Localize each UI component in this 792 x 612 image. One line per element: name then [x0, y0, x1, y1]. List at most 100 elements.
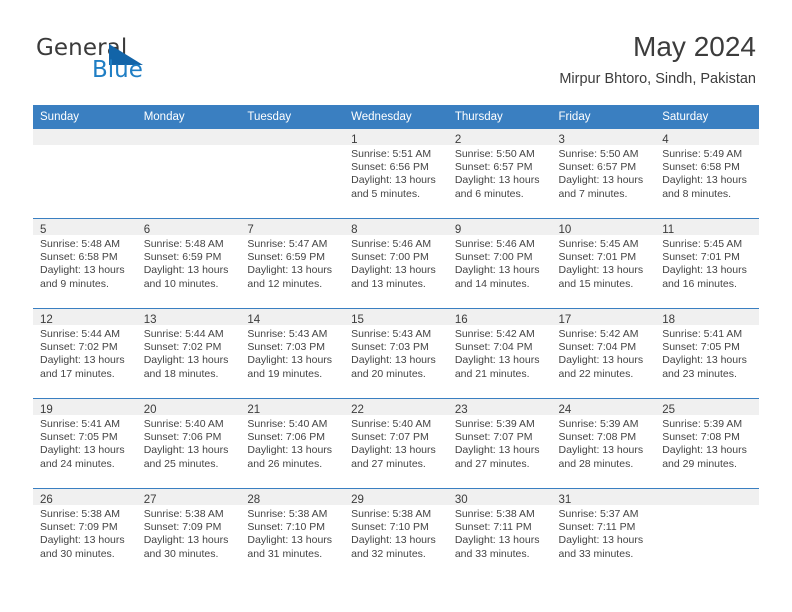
sunrise-text: Sunrise: 5:43 AM — [247, 328, 328, 340]
sunrise-text: Sunrise: 5:46 AM — [351, 238, 432, 250]
day-cell[interactable]: 1 Sunrise: 5:51 AM Sunset: 6:56 PM Dayli… — [344, 129, 448, 218]
sunset-text: Sunset: 7:00 PM — [454, 251, 533, 264]
daylight-text-line1: Daylight: 13 hours — [558, 354, 644, 367]
daylight-text-line2: and 9 minutes. — [40, 277, 109, 290]
day-number: 31 — [558, 494, 572, 506]
day-cell[interactable]: 13 Sunrise: 5:44 AM Sunset: 7:02 PM Dayl… — [136, 309, 241, 398]
sunrise-text: Sunrise: 5:38 AM — [40, 508, 120, 520]
day-cell[interactable]: 11 Sunrise: 5:45 AM Sunset: 7:01 PM Dayl… — [655, 219, 759, 308]
daylight-text-line2: and 24 minutes. — [40, 457, 115, 470]
sunrise-text: Sunrise: 5:50 AM — [454, 148, 535, 160]
day-cell[interactable]: 21 Sunrise: 5:40 AM Sunset: 7:06 PM Dayl… — [240, 399, 345, 488]
day-number-band: 5 — [33, 219, 137, 236]
day-number: 3 — [558, 134, 565, 146]
day-cell[interactable]: 23 Sunrise: 5:39 AM Sunset: 7:07 PM Dayl… — [447, 399, 552, 488]
daylight-text-line2: and 19 minutes. — [247, 367, 323, 380]
day-cell[interactable]: 8 Sunrise: 5:46 AM Sunset: 7:00 PM Dayli… — [344, 219, 448, 308]
day-cell[interactable]: 28 Sunrise: 5:38 AM Sunset: 7:10 PM Dayl… — [240, 489, 345, 578]
day-cell[interactable]: 20 Sunrise: 5:40 AM Sunset: 7:06 PM Dayl… — [136, 399, 241, 488]
sunset-text: Sunset: 7:08 PM — [662, 431, 740, 444]
day-details: Sunrise: 5:37 AM Sunset: 7:11 PM Dayligh… — [552, 505, 656, 561]
day-cell[interactable]: 27 Sunrise: 5:38 AM Sunset: 7:09 PM Dayl… — [136, 489, 241, 578]
weekday-header-sunday: Sunday — [40, 111, 80, 123]
day-cell[interactable]: 6 Sunrise: 5:48 AM Sunset: 6:59 PM Dayli… — [136, 219, 241, 308]
week-row: 26 Sunrise: 5:38 AM Sunset: 7:09 PM Dayl… — [33, 488, 759, 578]
sunset-text: Sunset: 6:59 PM — [247, 251, 326, 264]
daylight-text-line1: Daylight: 13 hours — [40, 354, 125, 367]
day-cell[interactable]: 4 Sunrise: 5:49 AM Sunset: 6:58 PM Dayli… — [655, 129, 759, 218]
day-cell[interactable]: 9 Sunrise: 5:46 AM Sunset: 7:00 PM Dayli… — [447, 219, 552, 308]
sunrise-text: Sunrise: 5:44 AM — [40, 328, 120, 340]
day-details: Sunrise: 5:38 AM Sunset: 7:11 PM Dayligh… — [448, 505, 552, 561]
day-number: 13 — [143, 314, 157, 326]
day-cell[interactable]: 16 Sunrise: 5:42 AM Sunset: 7:04 PM Dayl… — [447, 309, 552, 398]
day-number-band: 24 — [551, 399, 656, 416]
day-cell[interactable]: 15 Sunrise: 5:43 AM Sunset: 7:03 PM Dayl… — [344, 309, 448, 398]
daylight-text-line2: and 5 minutes. — [351, 187, 420, 200]
day-cell[interactable]: 5 Sunrise: 5:48 AM Sunset: 6:58 PM Dayli… — [33, 219, 137, 308]
sunset-text: Sunset: 7:09 PM — [40, 521, 118, 534]
daylight-text-line2: and 27 minutes. — [351, 457, 426, 470]
day-cell — [655, 489, 759, 578]
sunset-text: Sunset: 6:56 PM — [351, 161, 429, 174]
daylight-text-line1: Daylight: 13 hours — [454, 264, 540, 277]
day-cell[interactable]: 19 Sunrise: 5:41 AM Sunset: 7:05 PM Dayl… — [33, 399, 137, 488]
day-cell[interactable]: 26 Sunrise: 5:38 AM Sunset: 7:09 PM Dayl… — [33, 489, 137, 578]
day-cell[interactable]: 3 Sunrise: 5:50 AM Sunset: 6:57 PM Dayli… — [551, 129, 656, 218]
day-number-band: 7 — [240, 219, 345, 236]
day-cell[interactable]: 25 Sunrise: 5:39 AM Sunset: 7:08 PM Dayl… — [655, 399, 759, 488]
day-number: 23 — [454, 404, 468, 416]
day-number: 1 — [351, 134, 358, 146]
day-number-band: 19 — [33, 399, 137, 416]
weekday-header-monday: Monday — [143, 111, 185, 123]
day-details: Sunrise: 5:45 AM Sunset: 7:01 PM Dayligh… — [655, 235, 759, 291]
day-number-band — [240, 129, 345, 145]
day-number-band: 4 — [655, 129, 759, 146]
brand-logo[interactable]: General Blue — [36, 36, 266, 88]
day-number: 27 — [143, 494, 157, 506]
daylight-text-line2: and 31 minutes. — [247, 547, 323, 560]
day-details: Sunrise: 5:51 AM Sunset: 6:56 PM Dayligh… — [344, 145, 448, 201]
daylight-text-line2: and 26 minutes. — [247, 457, 323, 470]
daylight-text-line1: Daylight: 13 hours — [143, 534, 229, 547]
day-cell[interactable]: 24 Sunrise: 5:39 AM Sunset: 7:08 PM Dayl… — [551, 399, 656, 488]
sunset-text: Sunset: 7:04 PM — [558, 341, 637, 354]
day-number-band: 26 — [33, 489, 137, 506]
day-cell[interactable]: 10 Sunrise: 5:45 AM Sunset: 7:01 PM Dayl… — [551, 219, 656, 308]
day-details: Sunrise: 5:41 AM Sunset: 7:05 PM Dayligh… — [33, 415, 137, 471]
day-cell[interactable]: 2 Sunrise: 5:50 AM Sunset: 6:57 PM Dayli… — [447, 129, 552, 218]
sunset-text: Sunset: 6:58 PM — [662, 161, 740, 174]
day-cell[interactable]: 30 Sunrise: 5:38 AM Sunset: 7:11 PM Dayl… — [447, 489, 552, 578]
sunrise-text: Sunrise: 5:45 AM — [662, 238, 743, 250]
day-cell[interactable]: 31 Sunrise: 5:37 AM Sunset: 7:11 PM Dayl… — [551, 489, 656, 578]
day-cell[interactable]: 14 Sunrise: 5:43 AM Sunset: 7:03 PM Dayl… — [240, 309, 345, 398]
day-cell[interactable]: 18 Sunrise: 5:41 AM Sunset: 7:05 PM Dayl… — [655, 309, 759, 398]
daylight-text-line1: Daylight: 13 hours — [351, 264, 436, 277]
sunset-text: Sunset: 7:06 PM — [143, 431, 222, 444]
weekday-header-thursday: Thursday — [454, 111, 503, 123]
sunset-text: Sunset: 7:02 PM — [143, 341, 222, 354]
daylight-text-line2: and 29 minutes. — [662, 457, 737, 470]
daylight-text-line1: Daylight: 13 hours — [662, 264, 747, 277]
sunset-text: Sunset: 6:57 PM — [454, 161, 533, 174]
page-title: May 2024 — [633, 31, 756, 62]
day-number-band: 15 — [344, 309, 448, 326]
day-number-band: 3 — [551, 129, 656, 146]
daylight-text-line1: Daylight: 13 hours — [351, 354, 436, 367]
sunrise-text: Sunrise: 5:38 AM — [143, 508, 224, 520]
day-cell[interactable]: 29 Sunrise: 5:38 AM Sunset: 7:10 PM Dayl… — [344, 489, 448, 578]
day-number-band — [33, 129, 137, 145]
day-details: Sunrise: 5:47 AM Sunset: 6:59 PM Dayligh… — [240, 235, 344, 291]
day-cell[interactable]: 12 Sunrise: 5:44 AM Sunset: 7:02 PM Dayl… — [33, 309, 137, 398]
daylight-text-line2: and 32 minutes. — [351, 547, 426, 560]
day-details: Sunrise: 5:50 AM Sunset: 6:57 PM Dayligh… — [552, 145, 656, 201]
day-cell[interactable]: 17 Sunrise: 5:42 AM Sunset: 7:04 PM Dayl… — [551, 309, 656, 398]
day-number-band: 28 — [240, 489, 345, 506]
sunset-text: Sunset: 7:03 PM — [351, 341, 429, 354]
day-number: 19 — [40, 404, 53, 416]
day-cell[interactable]: 7 Sunrise: 5:47 AM Sunset: 6:59 PM Dayli… — [240, 219, 345, 308]
sunset-text: Sunset: 7:04 PM — [454, 341, 533, 354]
weekday-header-friday: Friday — [558, 111, 591, 123]
day-cell[interactable]: 22 Sunrise: 5:40 AM Sunset: 7:07 PM Dayl… — [344, 399, 448, 488]
day-details: Sunrise: 5:38 AM Sunset: 7:09 PM Dayligh… — [137, 505, 241, 561]
